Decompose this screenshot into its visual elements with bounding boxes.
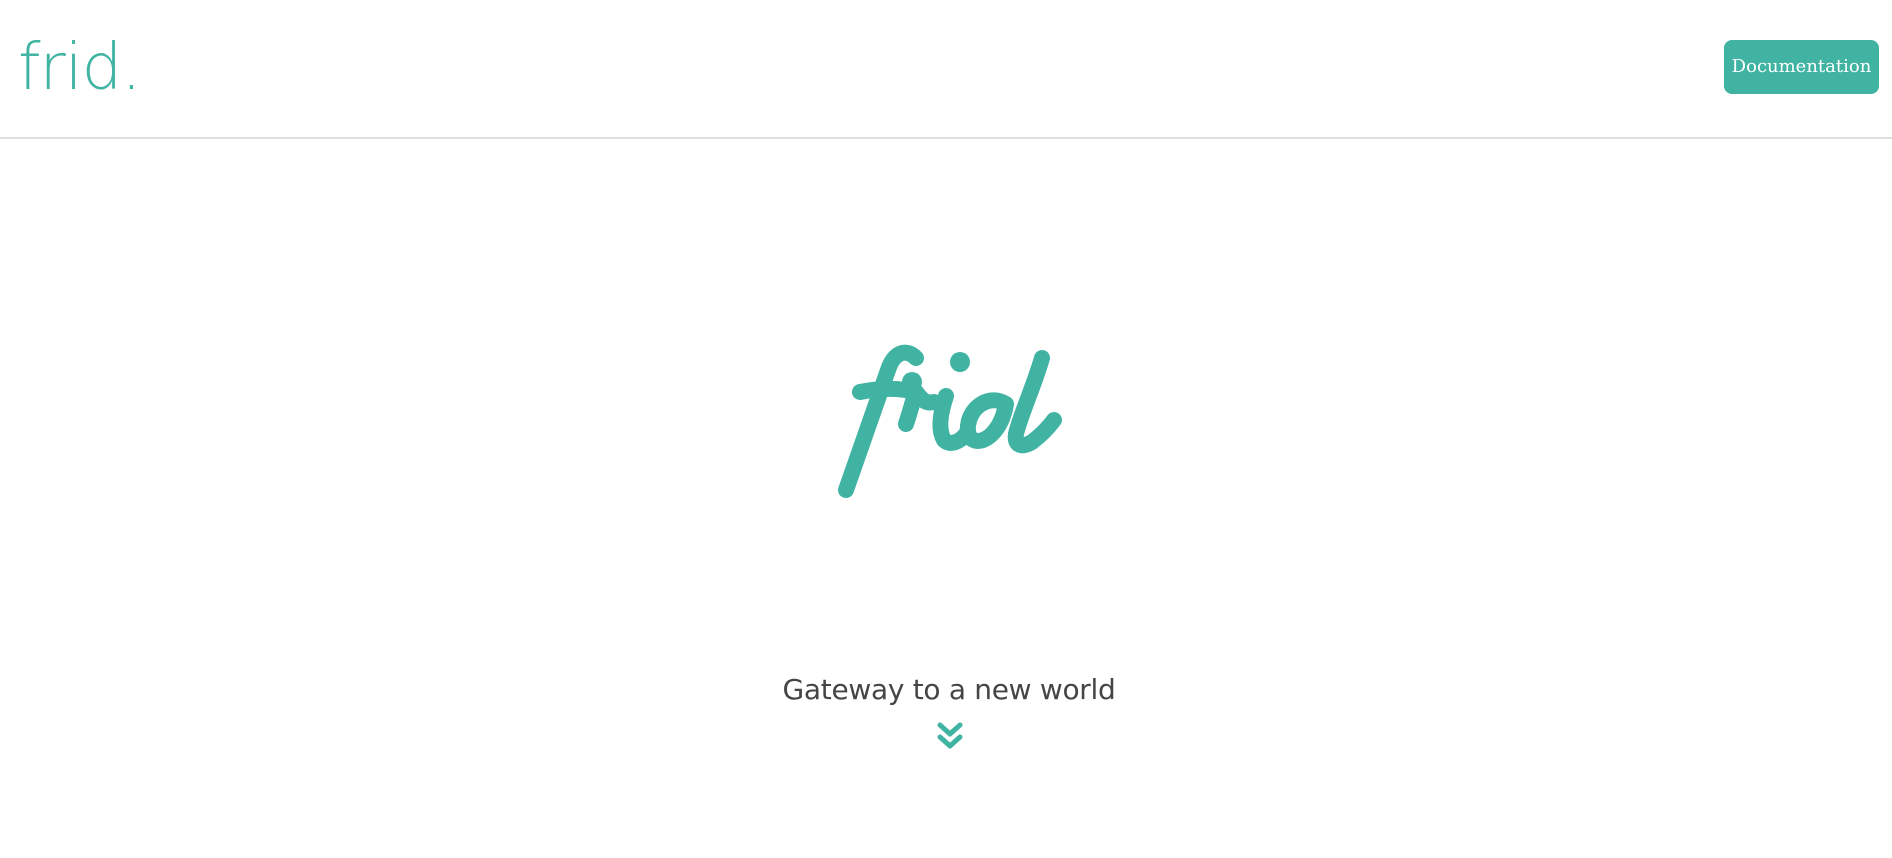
frid-script-logo (838, 344, 1062, 498)
documentation-button[interactable]: Documentation (1724, 40, 1879, 94)
top-navbar: frid. Documentation (0, 0, 1892, 139)
brand-logo-link[interactable]: frid. (18, 30, 142, 106)
hero-tagline: Gateway to a new world (782, 673, 1116, 706)
double-chevron-down-icon[interactable] (932, 718, 968, 754)
